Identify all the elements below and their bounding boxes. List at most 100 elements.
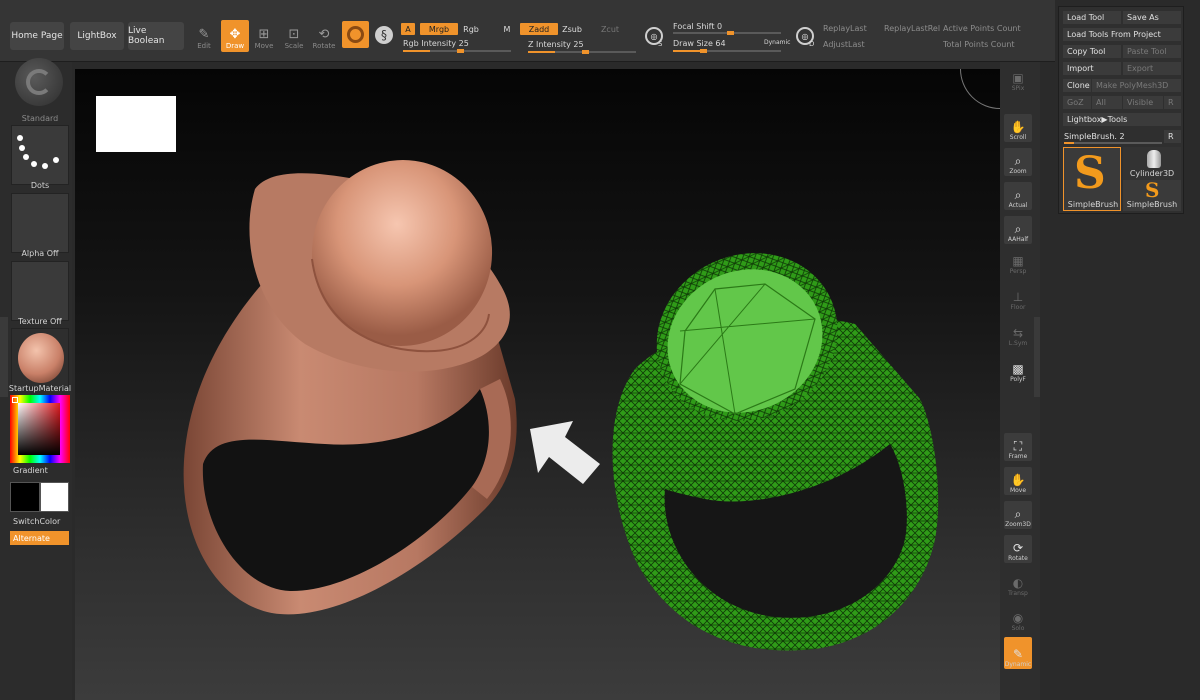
home-page-button[interactable]: Home Page: [10, 22, 64, 50]
edit-button[interactable]: ✎ Edit: [190, 20, 218, 52]
live-boolean-button[interactable]: Live Boolean: [128, 22, 184, 50]
focal-shift-slider[interactable]: [673, 31, 781, 35]
shelf-persp-button[interactable]: ▦ Persp: [1004, 248, 1032, 276]
r-button[interactable]: R: [1164, 96, 1181, 109]
replay-last-button[interactable]: ReplayLast: [823, 24, 867, 33]
scale-button[interactable]: ⊡ Scale: [280, 20, 308, 52]
cylinder3d-label: Cylinder3D: [1129, 169, 1175, 178]
alternate-button[interactable]: Alternate: [10, 531, 69, 545]
move-button[interactable]: ⊞ Move: [250, 20, 278, 52]
shelf-label: Frame: [1008, 453, 1028, 460]
shelf-dynamic-button[interactable]: ✎ Dynamic: [1004, 637, 1032, 669]
total-points-label: Total Points Count: [943, 40, 1015, 49]
shelf-label: Transp: [1008, 590, 1028, 597]
import-button[interactable]: Import: [1063, 62, 1121, 75]
move-label: Move: [254, 42, 274, 50]
r-button-2[interactable]: R: [1164, 130, 1181, 143]
material-thumbnail[interactable]: [11, 328, 69, 388]
a-button[interactable]: A: [401, 23, 415, 35]
shelf-label: AAHalf: [1007, 236, 1029, 243]
goz-button[interactable]: GoZ: [1063, 96, 1091, 109]
shelf-l-sym-button[interactable]: ⇆ L.Sym: [1004, 320, 1032, 348]
shelf-transp-button[interactable]: ◐ Transp: [1004, 570, 1032, 598]
dynamic-label[interactable]: Dynamic: [764, 39, 790, 46]
focal-shift-label: Focal Shift 0: [673, 22, 723, 31]
rgb-intensity-slider[interactable]: [403, 49, 511, 53]
shelf-label: L.Sym: [1008, 340, 1028, 347]
lightbox-tools-button[interactable]: Lightbox▶Tools: [1063, 113, 1181, 126]
cylinder3d-thumbnail[interactable]: Cylinder3D: [1123, 147, 1181, 180]
replay-last-rel-button[interactable]: ReplayLastRel: [884, 24, 940, 33]
rgb-button[interactable]: Rgb: [462, 23, 480, 35]
document-canvas[interactable]: [75, 69, 1000, 700]
lightbox-button[interactable]: LightBox: [70, 22, 124, 50]
move-icon: ⊞: [258, 27, 270, 42]
shelf-actual-button[interactable]: ⌕ Actual: [1004, 182, 1032, 210]
paste-tool-button[interactable]: Paste Tool: [1123, 45, 1181, 58]
actual-icon: ⌕: [1014, 188, 1022, 202]
zcut-button[interactable]: Zcut: [600, 23, 620, 35]
switchcolor-button[interactable]: SwitchColor: [13, 517, 63, 526]
left-tray-handle[interactable]: [0, 317, 8, 397]
color-picker[interactable]: [10, 395, 70, 463]
m-button[interactable]: M: [500, 23, 514, 35]
clone-button[interactable]: Clone: [1063, 79, 1091, 92]
export-button[interactable]: Export: [1123, 62, 1181, 75]
shelf-spix-button[interactable]: ▣ SPix: [1004, 65, 1032, 93]
scale-label: Scale: [284, 42, 304, 50]
all-button[interactable]: All: [1092, 96, 1122, 109]
solo-icon: ◉: [1012, 611, 1024, 625]
simplebrush-small-thumbnail[interactable]: S SimpleBrush: [1123, 178, 1181, 211]
mrgb-button[interactable]: Mrgb: [420, 23, 458, 35]
texture-label: Texture Off: [18, 317, 62, 326]
rotate-icon: ⟲: [318, 27, 330, 42]
edit-label: Edit: [197, 42, 211, 50]
simplebrush-small-label: SimpleBrush: [1126, 200, 1178, 209]
edit-icon: ✎: [198, 27, 210, 42]
rotate3d-icon: ⟳: [1012, 541, 1024, 555]
load-tools-from-project-button[interactable]: Load Tools From Project: [1063, 28, 1181, 41]
brush-thumbnail[interactable]: [15, 58, 63, 106]
z-intensity-slider[interactable]: [528, 50, 636, 54]
shelf-move-button[interactable]: ✋ Move: [1004, 467, 1032, 495]
dots-stroke-icon: [17, 135, 59, 169]
alpha-thumbnail[interactable]: [11, 193, 69, 253]
zsub-button[interactable]: Zsub: [562, 23, 582, 35]
adjust-last-button[interactable]: AdjustLast: [823, 40, 865, 49]
zadd-button[interactable]: Zadd: [520, 23, 558, 35]
load-tool-button[interactable]: Load Tool: [1063, 11, 1121, 24]
shelf-frame-button[interactable]: ⛶ Frame: [1004, 433, 1032, 461]
shelf-polyf-button[interactable]: ▩ PolyF: [1004, 356, 1032, 384]
stroke-thumbnail[interactable]: [11, 125, 69, 185]
shelf-label: SPix: [1011, 85, 1025, 92]
shelf-aahalf-button[interactable]: ⌕ AAHalf: [1004, 216, 1032, 244]
simplebrush-slider[interactable]: [1064, 142, 1162, 144]
left-tray: Standard Dots Alpha Off Texture Off Star…: [0, 58, 72, 700]
right-tray-handle[interactable]: [1034, 317, 1040, 397]
main-color-swatch[interactable]: [10, 482, 40, 512]
polyf-icon: ▩: [1012, 362, 1024, 376]
transp-icon: ◐: [1012, 576, 1024, 590]
stroke-label: Dots: [30, 181, 50, 190]
shelf-floor-button[interactable]: ⊥ Floor: [1004, 284, 1032, 312]
rotate-button[interactable]: ⟲ Rotate: [310, 20, 338, 52]
save-as-button[interactable]: Save As: [1123, 11, 1181, 24]
draw-button[interactable]: ✥ Draw: [221, 20, 249, 52]
texture-thumbnail[interactable]: [11, 261, 69, 321]
color-sphere-icon[interactable]: §: [375, 26, 393, 44]
shelf-solo-button[interactable]: ◉ Solo: [1004, 605, 1032, 633]
shelf-rotate-button[interactable]: ⟳ Rotate: [1004, 535, 1032, 563]
shelf-zoom3d-button[interactable]: ⌕ Zoom3D: [1004, 501, 1032, 529]
simplebrush-thumbnail[interactable]: S SimpleBrush: [1063, 147, 1121, 211]
copy-tool-button[interactable]: Copy Tool: [1063, 45, 1121, 58]
secondary-color-swatch[interactable]: [40, 482, 69, 512]
shelf-scroll-button[interactable]: ✋ Scroll: [1004, 114, 1032, 142]
material-label: StartupMaterial: [8, 384, 72, 393]
shelf-zoom-button[interactable]: ⌕ Zoom: [1004, 148, 1032, 176]
shelf-label: Floor: [1010, 304, 1026, 311]
material-sphere-icon[interactable]: [342, 21, 369, 48]
scroll-hand-icon: ✋: [1010, 120, 1026, 134]
make-polymesh-button[interactable]: Make PolyMesh3D: [1092, 79, 1181, 92]
visible-button[interactable]: Visible: [1123, 96, 1163, 109]
draw-size-slider[interactable]: [673, 49, 781, 53]
